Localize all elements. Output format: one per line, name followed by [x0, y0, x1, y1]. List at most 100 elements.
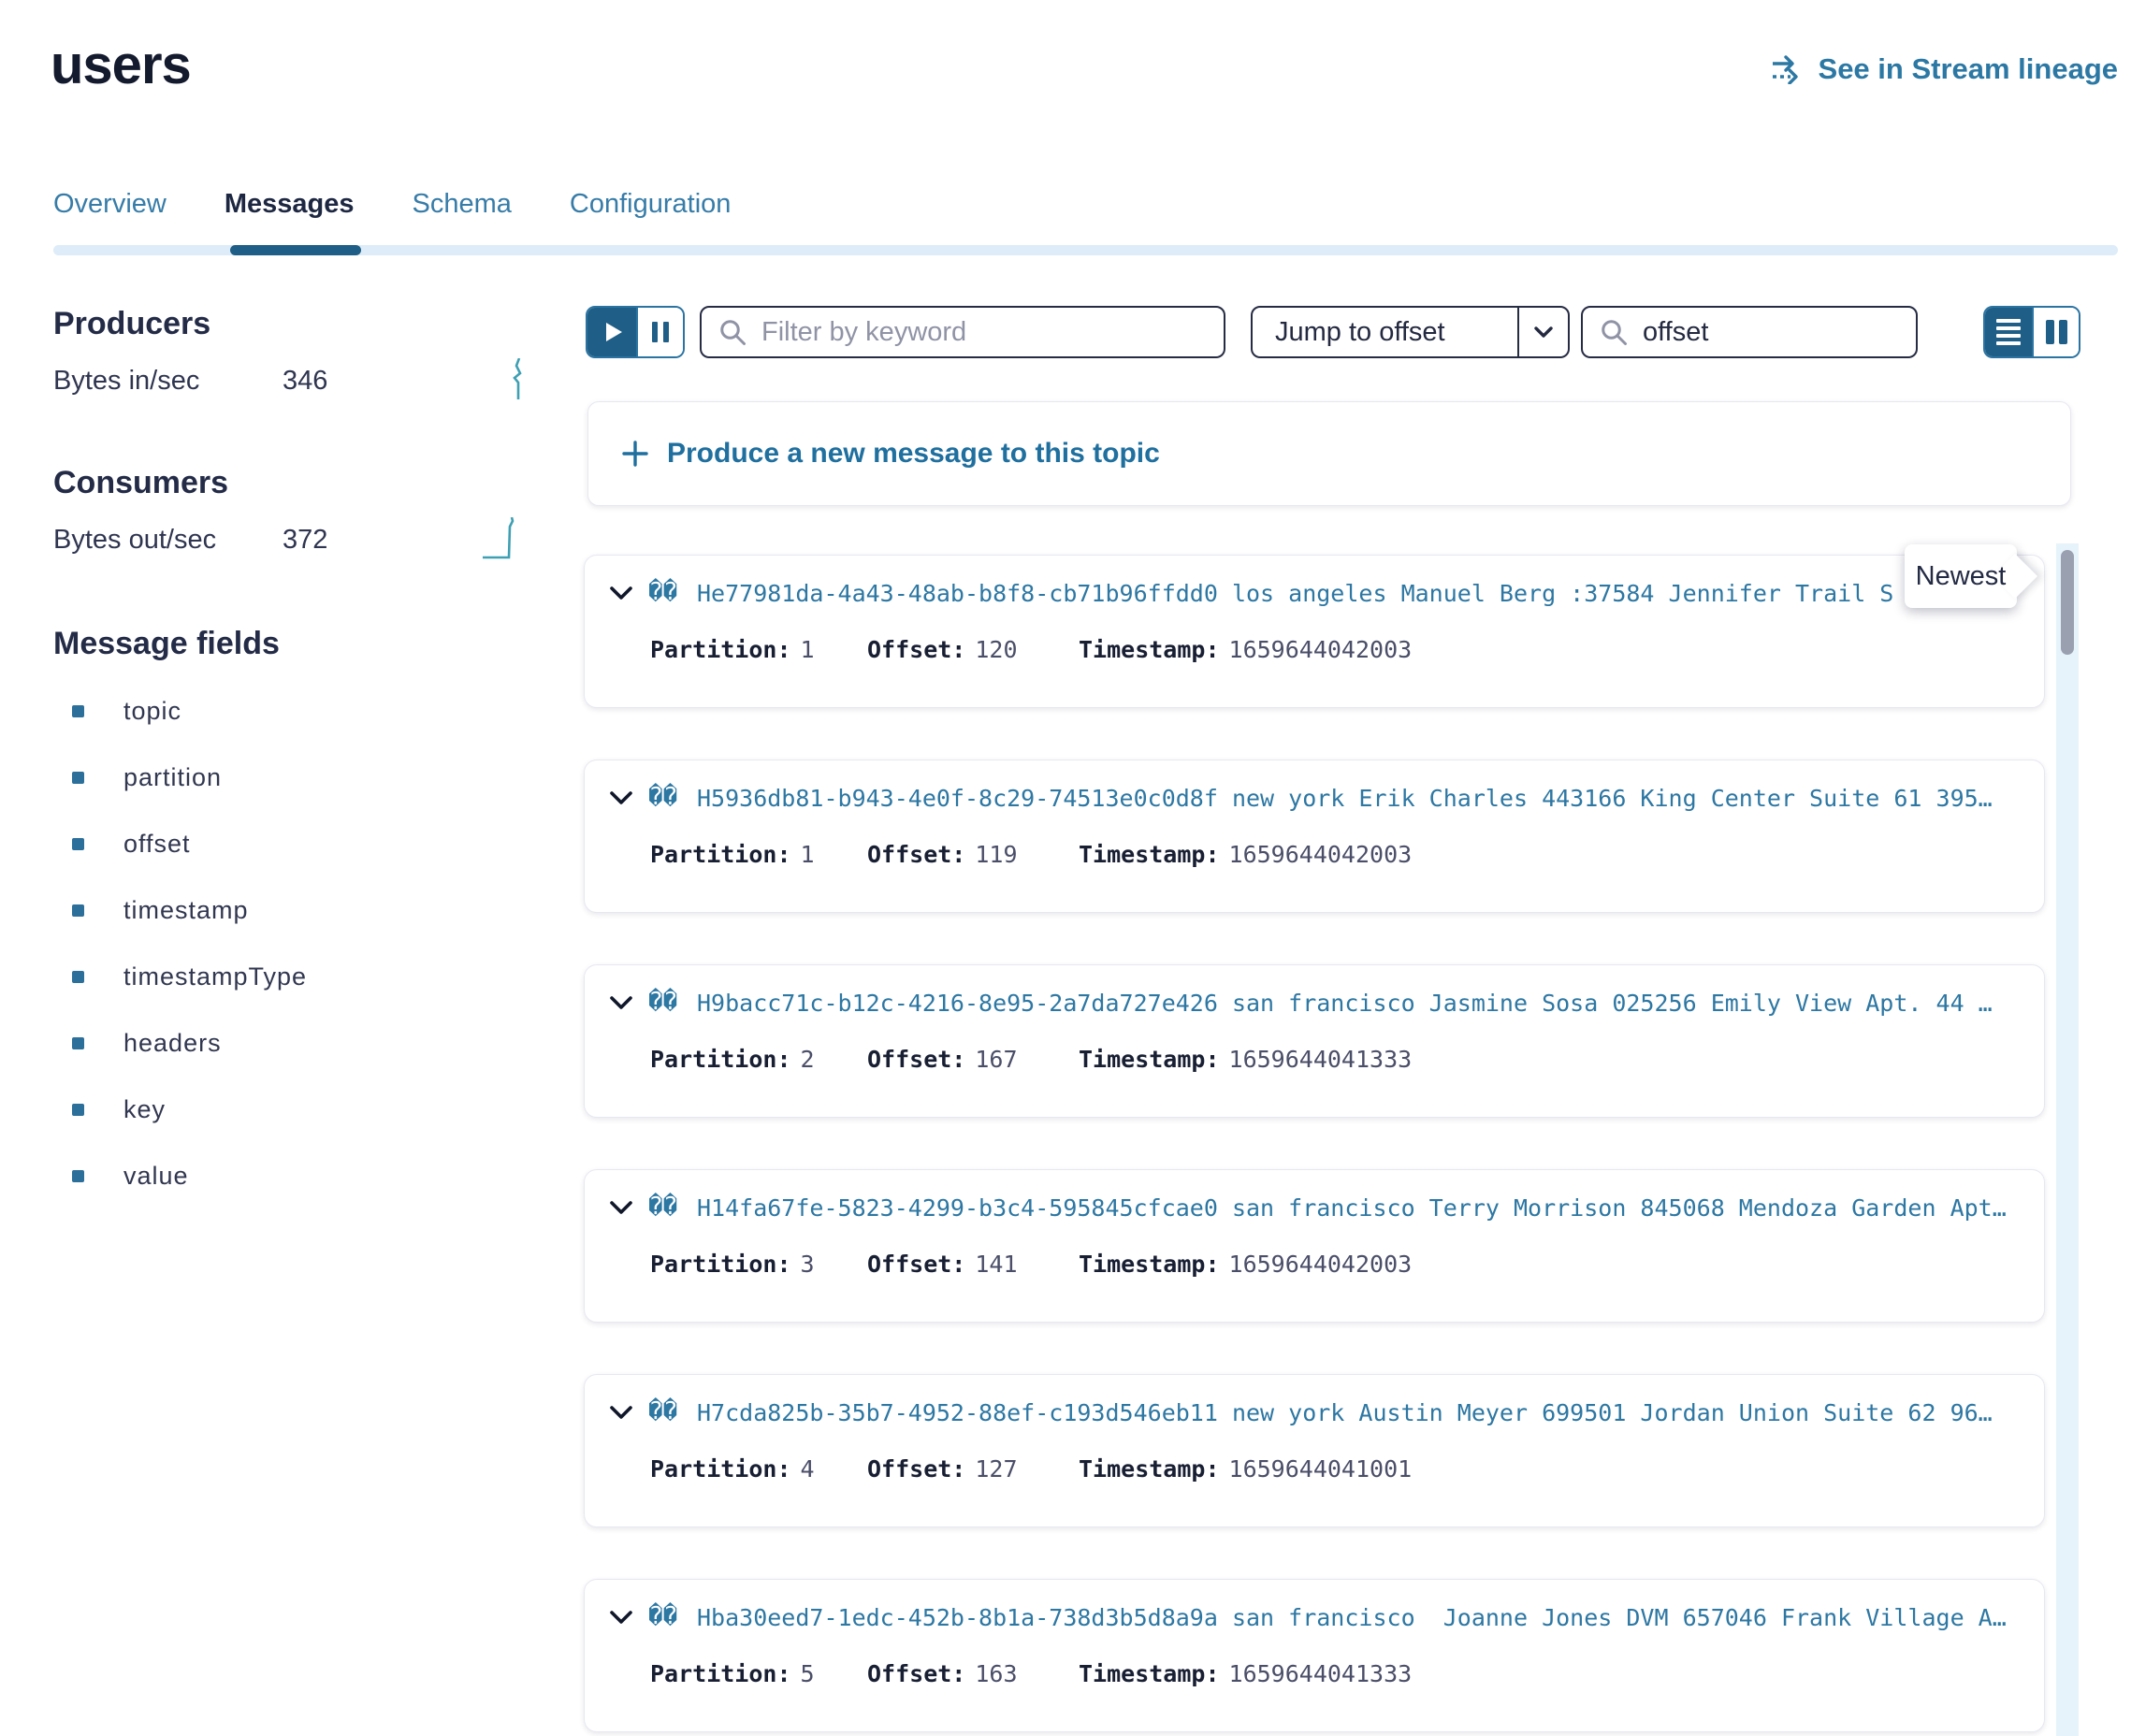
tab-schema[interactable]: Schema [413, 189, 512, 220]
produce-message-button[interactable]: Produce a new message to this topic [587, 401, 2071, 506]
column-view-icon [2046, 320, 2054, 344]
jump-select-value: Jump to offset [1253, 317, 1517, 348]
consumers-heading: Consumers [53, 465, 228, 501]
producers-heading: Producers [53, 306, 210, 342]
play-button[interactable] [587, 308, 636, 356]
field-bullet-icon [72, 1037, 84, 1049]
message-meta: Partition: 1 Offset: 120 Timestamp: 1659644… [650, 636, 1412, 663]
field-item-topic[interactable]: topic [72, 697, 181, 726]
message-meta: Partition:3 Offset:141 Timestamp:1659644… [650, 1251, 1412, 1278]
expand-chevron-icon[interactable] [609, 995, 633, 1010]
key-glyphs: �� [648, 1602, 677, 1630]
message-fields-heading: Message fields [53, 626, 280, 662]
select-chevron-area[interactable] [1517, 308, 1568, 356]
offset-search [1581, 306, 1918, 358]
page-title: users [51, 34, 191, 96]
tab-overview[interactable]: Overview [53, 189, 167, 220]
field-bullet-icon [72, 1104, 84, 1116]
play-pause-toggle [586, 306, 685, 358]
field-bullet-icon [72, 1170, 84, 1182]
jump-to-offset-select[interactable]: Jump to offset [1251, 306, 1570, 358]
bytes-in-label: Bytes in/sec [53, 366, 199, 397]
expand-chevron-icon[interactable] [609, 790, 633, 805]
key-glyphs: �� [648, 783, 677, 811]
message-row[interactable]: �� H14fa67fe-5823-4299-b3c4-595845cfcae0… [584, 1169, 2045, 1323]
pause-icon [663, 322, 669, 342]
search-icon [718, 318, 747, 346]
expand-chevron-icon[interactable] [609, 586, 633, 600]
message-meta: Partition:5 Offset:163 Timestamp:1659644… [650, 1660, 1412, 1687]
bytes-out-value: 372 [283, 525, 327, 556]
key-glyphs: �� [648, 578, 677, 606]
field-bullet-icon [72, 838, 84, 850]
message-row[interactable]: �� H5936db81-b943-4e0f-8c29-74513e0c0d8f… [584, 760, 2045, 913]
field-item-key[interactable]: key [72, 1095, 166, 1124]
stream-lineage-link[interactable]: See in Stream lineage [1770, 52, 2118, 86]
field-item-headers[interactable]: headers [72, 1029, 222, 1058]
chevron-down-icon [1533, 326, 1554, 339]
active-tab-indicator [230, 245, 361, 255]
message-summary: H14fa67fe-5823-4299-b3c4-595845cfcae0 sa… [697, 1194, 2020, 1226]
field-bullet-icon [72, 705, 84, 717]
pause-button[interactable] [636, 308, 683, 356]
scrollbar-track[interactable] [2056, 543, 2079, 1736]
key-glyphs: �� [648, 1397, 677, 1425]
bytes-out-label: Bytes out/sec [53, 525, 216, 556]
offset-search-input[interactable] [1641, 316, 1869, 349]
expand-chevron-icon[interactable] [609, 1610, 633, 1625]
pause-icon [652, 322, 658, 342]
lineage-arrows-icon [1770, 54, 1805, 84]
field-item-timestamp[interactable]: timestamp [72, 896, 249, 925]
field-item-partition[interactable]: partition [72, 763, 222, 792]
newest-tooltip: Newest [1905, 544, 2017, 608]
message-meta: Partition:4 Offset:127 Timestamp:1659644… [650, 1455, 1412, 1483]
field-item-offset[interactable]: offset [72, 830, 191, 859]
message-row[interactable]: �� Hba30eed7-1edc-452b-8b1a-738d3b5d8a9a… [584, 1579, 2045, 1732]
filter-input[interactable] [760, 316, 1175, 349]
topic-page: users See in Stream lineage Overview Mes… [0, 0, 2131, 1736]
scrollbar-thumb[interactable] [2061, 550, 2074, 655]
message-row[interactable]: �� H9bacc71c-b12c-4216-8e95-2a7da727e426… [584, 964, 2045, 1118]
partition-value: 1 [801, 636, 815, 663]
partition-label: Partition: [650, 636, 791, 663]
message-meta: Partition:1 Offset:119 Timestamp:1659644… [650, 841, 1412, 868]
field-bullet-icon [72, 904, 84, 917]
sidebar: Producers Bytes in/sec 346 Consumers Byt… [53, 306, 540, 1428]
tab-messages[interactable]: Messages [225, 189, 355, 220]
column-view-button[interactable] [2032, 308, 2079, 356]
view-mode-toggle [1983, 306, 2080, 358]
list-view-button[interactable] [1985, 308, 2032, 356]
field-bullet-icon [72, 971, 84, 983]
producers-sparkline-icon [510, 358, 527, 401]
message-summary: H9bacc71c-b12c-4216-8e95-2a7da727e426 sa… [697, 990, 2020, 1021]
message-summary: Hba30eed7-1edc-452b-8b1a-738d3b5d8a9a sa… [697, 1604, 2020, 1636]
expand-chevron-icon[interactable] [609, 1200, 633, 1215]
search-icon [1600, 318, 1628, 346]
field-item-value[interactable]: value [72, 1162, 189, 1191]
bytes-in-value: 346 [283, 366, 327, 397]
key-glyphs: �� [648, 988, 677, 1016]
play-icon [606, 323, 622, 341]
message-summary: He77981da-4a43-48ab-b8f8-cb71b96ffdd0 lo… [697, 580, 2020, 612]
list-view-icon [1996, 319, 2021, 323]
produce-message-label: Produce a new message to this topic [667, 438, 1160, 470]
tab-bar: Overview Messages Schema Configuration [53, 189, 731, 220]
message-summary: H5936db81-b943-4e0f-8c29-74513e0c0d8f ne… [697, 785, 2020, 817]
offset-label: Offset: [867, 636, 965, 663]
field-item-timestampType[interactable]: timestampType [72, 962, 307, 991]
message-row[interactable]: �� H7cda825b-35b7-4952-88ef-c193d546eb11… [584, 1374, 2045, 1527]
expand-chevron-icon[interactable] [609, 1405, 633, 1420]
tab-configuration[interactable]: Configuration [570, 189, 732, 220]
consumers-sparkline-icon [483, 517, 528, 560]
offset-value: 120 [975, 636, 1017, 663]
field-bullet-icon [72, 772, 84, 784]
message-summary: H7cda825b-35b7-4952-88ef-c193d546eb11 ne… [697, 1399, 2020, 1431]
message-meta: Partition:2 Offset:167 Timestamp:1659644… [650, 1046, 1412, 1073]
key-glyphs: �� [648, 1193, 677, 1221]
tab-underline-track [53, 245, 2118, 255]
timestamp-value: 1659644042003 [1229, 636, 1413, 663]
timestamp-label: Timestamp: [1079, 636, 1220, 663]
stream-lineage-label: See in Stream lineage [1819, 52, 2118, 86]
message-row[interactable]: �� He77981da-4a43-48ab-b8f8-cb71b96ffdd0… [584, 555, 2045, 708]
newest-tooltip-label: Newest [1916, 561, 2007, 592]
